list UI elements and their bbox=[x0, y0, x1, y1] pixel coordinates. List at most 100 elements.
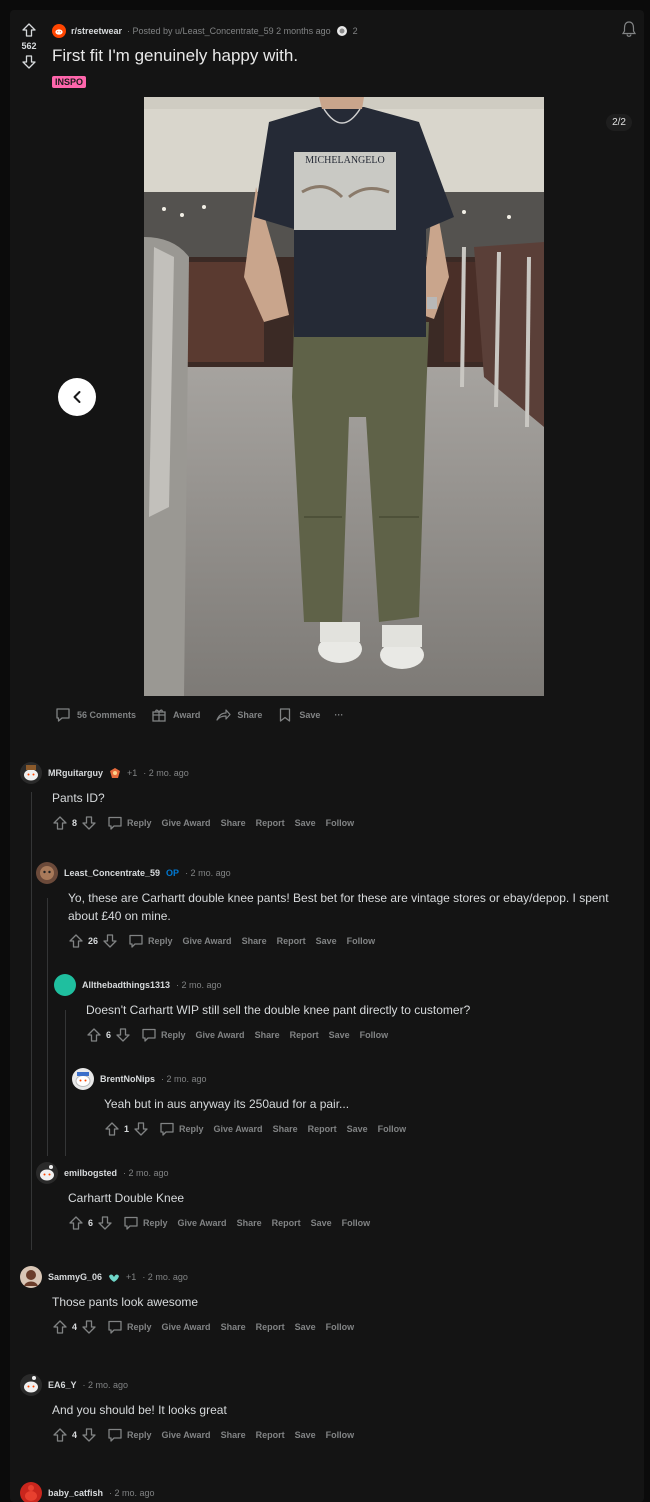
upvote-icon[interactable] bbox=[86, 1027, 102, 1043]
save-button[interactable]: Save bbox=[295, 1430, 316, 1440]
comments-button[interactable]: 56 Comments bbox=[54, 706, 136, 724]
save-button[interactable]: Save bbox=[316, 936, 337, 946]
reply-button[interactable]: Reply bbox=[141, 1027, 186, 1043]
post-flair[interactable]: INSPO bbox=[52, 76, 87, 88]
share-button[interactable]: Share bbox=[214, 706, 262, 724]
comment-timestamp[interactable]: · 2 mo. ago bbox=[142, 1272, 188, 1282]
give-award-button[interactable]: Give Award bbox=[214, 1124, 263, 1134]
award-icon bbox=[109, 1274, 120, 1282]
avatar[interactable] bbox=[36, 862, 58, 884]
upvote-icon[interactable] bbox=[52, 1427, 68, 1443]
avatar[interactable] bbox=[20, 1266, 42, 1288]
avatar[interactable] bbox=[20, 1374, 42, 1396]
follow-button[interactable]: Follow bbox=[326, 818, 355, 828]
comment-timestamp[interactable]: · 2 mo. ago bbox=[109, 1488, 155, 1498]
post-title[interactable]: First fit I'm genuinely happy with. bbox=[52, 46, 298, 66]
report-button[interactable]: Report bbox=[308, 1124, 337, 1134]
follow-button[interactable]: Follow bbox=[326, 1430, 355, 1440]
give-award-button[interactable]: Give Award bbox=[162, 1322, 211, 1332]
report-button[interactable]: Report bbox=[277, 936, 306, 946]
thread-line[interactable] bbox=[31, 792, 32, 1250]
save-button[interactable]: Save bbox=[276, 706, 320, 724]
report-button[interactable]: Report bbox=[272, 1218, 301, 1228]
post-byline[interactable]: · Posted by u/Least_Concentrate_59 2 mon… bbox=[127, 26, 331, 36]
reply-button[interactable]: Reply bbox=[107, 1427, 152, 1443]
comment-timestamp[interactable]: · 2 mo. ago bbox=[143, 768, 189, 778]
upvote-icon[interactable] bbox=[52, 1319, 68, 1335]
reply-button[interactable]: Reply bbox=[123, 1215, 168, 1231]
comment-username[interactable]: emilbogsted bbox=[64, 1168, 117, 1178]
share-button[interactable]: Share bbox=[221, 1430, 246, 1440]
subreddit-link[interactable]: r/streetwear bbox=[71, 26, 122, 36]
upvote-icon[interactable] bbox=[52, 815, 68, 831]
comment-username[interactable]: Allthebadthings1313 bbox=[82, 980, 170, 990]
downvote-icon[interactable] bbox=[81, 1319, 97, 1335]
share-button[interactable]: Share bbox=[255, 1030, 280, 1040]
reply-button[interactable]: Reply bbox=[159, 1121, 204, 1137]
share-button[interactable]: Share bbox=[237, 1218, 262, 1228]
give-award-button[interactable]: Give Award bbox=[162, 1430, 211, 1440]
give-award-button[interactable]: Give Award bbox=[178, 1218, 227, 1228]
downvote-icon[interactable] bbox=[97, 1215, 113, 1231]
save-button[interactable]: Save bbox=[329, 1030, 350, 1040]
give-award-button[interactable]: Give Award bbox=[162, 818, 211, 828]
downvote-icon[interactable] bbox=[81, 1427, 97, 1443]
report-button[interactable]: Report bbox=[256, 818, 285, 828]
follow-button[interactable]: Follow bbox=[326, 1322, 355, 1332]
avatar[interactable] bbox=[36, 1162, 58, 1184]
share-button[interactable]: Share bbox=[273, 1124, 298, 1134]
comment-username[interactable]: SammyG_06 bbox=[48, 1272, 102, 1282]
upvote-icon[interactable] bbox=[68, 1215, 84, 1231]
comment-timestamp[interactable]: · 2 mo. ago bbox=[123, 1168, 169, 1178]
save-button[interactable]: Save bbox=[311, 1218, 332, 1228]
reply-button[interactable]: Reply bbox=[128, 933, 173, 949]
comment-username[interactable]: MRguitarguy bbox=[48, 768, 103, 778]
follow-button[interactable]: Follow bbox=[360, 1030, 389, 1040]
report-button[interactable]: Report bbox=[256, 1322, 285, 1332]
give-award-button[interactable]: Give Award bbox=[196, 1030, 245, 1040]
more-options-button[interactable]: ··· bbox=[334, 710, 343, 720]
award-button[interactable]: Award bbox=[150, 706, 200, 724]
share-button[interactable]: Share bbox=[221, 818, 246, 828]
downvote-icon[interactable] bbox=[102, 933, 118, 949]
downvote-icon[interactable] bbox=[133, 1121, 149, 1137]
outfit-photo[interactable]: MICHELANGELO bbox=[144, 97, 544, 696]
avatar[interactable] bbox=[54, 974, 76, 996]
comment-actions: 4 Reply Give Award Share Report Save Fol… bbox=[52, 1319, 630, 1335]
upvote-icon[interactable] bbox=[68, 933, 84, 949]
upvote-icon[interactable] bbox=[21, 22, 37, 38]
report-button[interactable]: Report bbox=[290, 1030, 319, 1040]
comment-timestamp[interactable]: · 2 mo. ago bbox=[176, 980, 222, 990]
subreddit-icon[interactable] bbox=[52, 24, 66, 38]
comment-username[interactable]: EA6_Y bbox=[48, 1380, 77, 1390]
gallery-prev-button[interactable] bbox=[58, 378, 96, 416]
share-button[interactable]: Share bbox=[242, 936, 267, 946]
upvote-icon[interactable] bbox=[104, 1121, 120, 1137]
save-button[interactable]: Save bbox=[295, 818, 316, 828]
follow-button[interactable]: Follow bbox=[378, 1124, 407, 1134]
comment-timestamp[interactable]: · 2 mo. ago bbox=[161, 1074, 207, 1084]
comment-timestamp[interactable]: · 2 mo. ago bbox=[83, 1380, 129, 1390]
save-button[interactable]: Save bbox=[347, 1124, 368, 1134]
downvote-icon[interactable] bbox=[81, 815, 97, 831]
downvote-icon[interactable] bbox=[21, 54, 37, 70]
share-button[interactable]: Share bbox=[221, 1322, 246, 1332]
avatar[interactable] bbox=[72, 1068, 94, 1090]
avatar[interactable] bbox=[20, 762, 42, 784]
comment-timestamp[interactable]: · 2 mo. ago bbox=[185, 868, 231, 878]
comment-icon bbox=[160, 1122, 174, 1136]
follow-button[interactable]: Follow bbox=[342, 1218, 371, 1228]
comment-username[interactable]: baby_catfish bbox=[48, 1488, 103, 1498]
follow-button[interactable]: Follow bbox=[347, 936, 376, 946]
reply-button[interactable]: Reply bbox=[107, 1319, 152, 1335]
comment-username[interactable]: Least_Concentrate_59 bbox=[64, 868, 160, 878]
comment-actions: 8 Reply Give Award Share Report Save Fol… bbox=[52, 815, 630, 831]
save-button[interactable]: Save bbox=[295, 1322, 316, 1332]
avatar[interactable] bbox=[20, 1482, 42, 1502]
downvote-icon[interactable] bbox=[115, 1027, 131, 1043]
notification-bell-icon[interactable] bbox=[620, 20, 638, 38]
give-award-button[interactable]: Give Award bbox=[183, 936, 232, 946]
report-button[interactable]: Report bbox=[256, 1430, 285, 1440]
reply-button[interactable]: Reply bbox=[107, 815, 152, 831]
comment-username[interactable]: BrentNoNips bbox=[100, 1074, 155, 1084]
